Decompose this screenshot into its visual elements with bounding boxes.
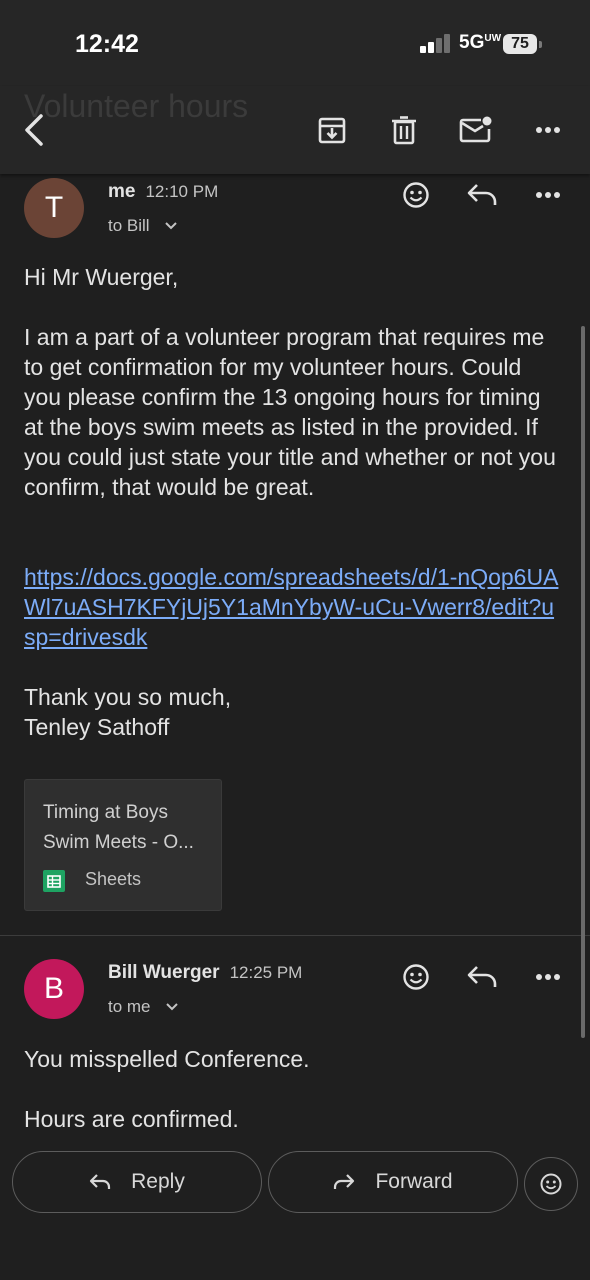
message-divider [0, 935, 590, 936]
emoji-react-icon[interactable] [398, 959, 434, 995]
more-options-icon[interactable] [528, 110, 568, 150]
reply-label: Reply [131, 1170, 185, 1193]
reply-icon[interactable] [464, 959, 500, 995]
battery-icon: 75 [503, 34, 537, 54]
message-sender: me 12:10 PM [108, 181, 219, 202]
forward-button[interactable]: Forward [268, 1151, 518, 1213]
subject-title: Volunteer hours [24, 88, 249, 124]
recipient-toggle[interactable]: to Bill [108, 216, 178, 236]
attachment-title: Timing at Boys Swim Meets - O... [43, 802, 194, 853]
trash-icon[interactable] [384, 110, 424, 150]
forward-arrow-icon [333, 1173, 355, 1191]
scrollbar[interactable] [581, 326, 585, 1038]
message-time: 12:10 PM [145, 182, 219, 201]
back-arrow-icon[interactable] [14, 110, 54, 150]
signal-icon [420, 33, 452, 53]
reply-line-2: Hours are confirmed. [24, 1106, 239, 1132]
emoji-react-icon[interactable] [398, 177, 434, 213]
message-paragraph: I am a part of a volunteer program that … [24, 324, 556, 500]
message-more-icon[interactable] [530, 177, 566, 213]
network-indicator: 5GUW [459, 32, 502, 53]
archive-icon[interactable] [312, 110, 352, 150]
message-sender: Bill Wuerger 12:25 PM [108, 962, 303, 983]
status-bar: 12:42 5GUW 75 [0, 0, 590, 86]
chevron-down-icon [165, 222, 178, 230]
reply-arrow-icon [89, 1173, 111, 1191]
reply-icon[interactable] [464, 177, 500, 213]
mark-unread-icon[interactable] [456, 110, 496, 150]
reply-button[interactable]: Reply [12, 1151, 262, 1213]
attachment-card[interactable]: Timing at Boys Swim Meets - O... Sheets [24, 779, 222, 911]
sender-avatar[interactable]: B [24, 959, 84, 1019]
sender-avatar[interactable]: T [24, 178, 84, 238]
recipient-toggle[interactable]: to me [108, 997, 179, 1017]
emoji-icon [539, 1172, 563, 1196]
emoji-react-button[interactable] [524, 1157, 578, 1211]
forward-label: Forward [375, 1170, 453, 1193]
message-more-icon[interactable] [530, 959, 566, 995]
message-time: 12:25 PM [229, 963, 303, 982]
sheets-icon [43, 870, 65, 892]
status-time: 12:42 [75, 30, 139, 58]
attachment-app: Sheets [85, 869, 142, 889]
message-greeting: Hi Mr Wuerger, [24, 264, 179, 290]
spreadsheet-link[interactable]: https://docs.google.com/spreadsheets/d/1… [24, 562, 564, 652]
chevron-down-icon [166, 1003, 178, 1011]
message-signoff: Thank you so much, Tenley Sathoff [24, 684, 232, 740]
reply-line-1: You misspelled Conference. [24, 1046, 310, 1072]
battery-nub [539, 41, 542, 48]
